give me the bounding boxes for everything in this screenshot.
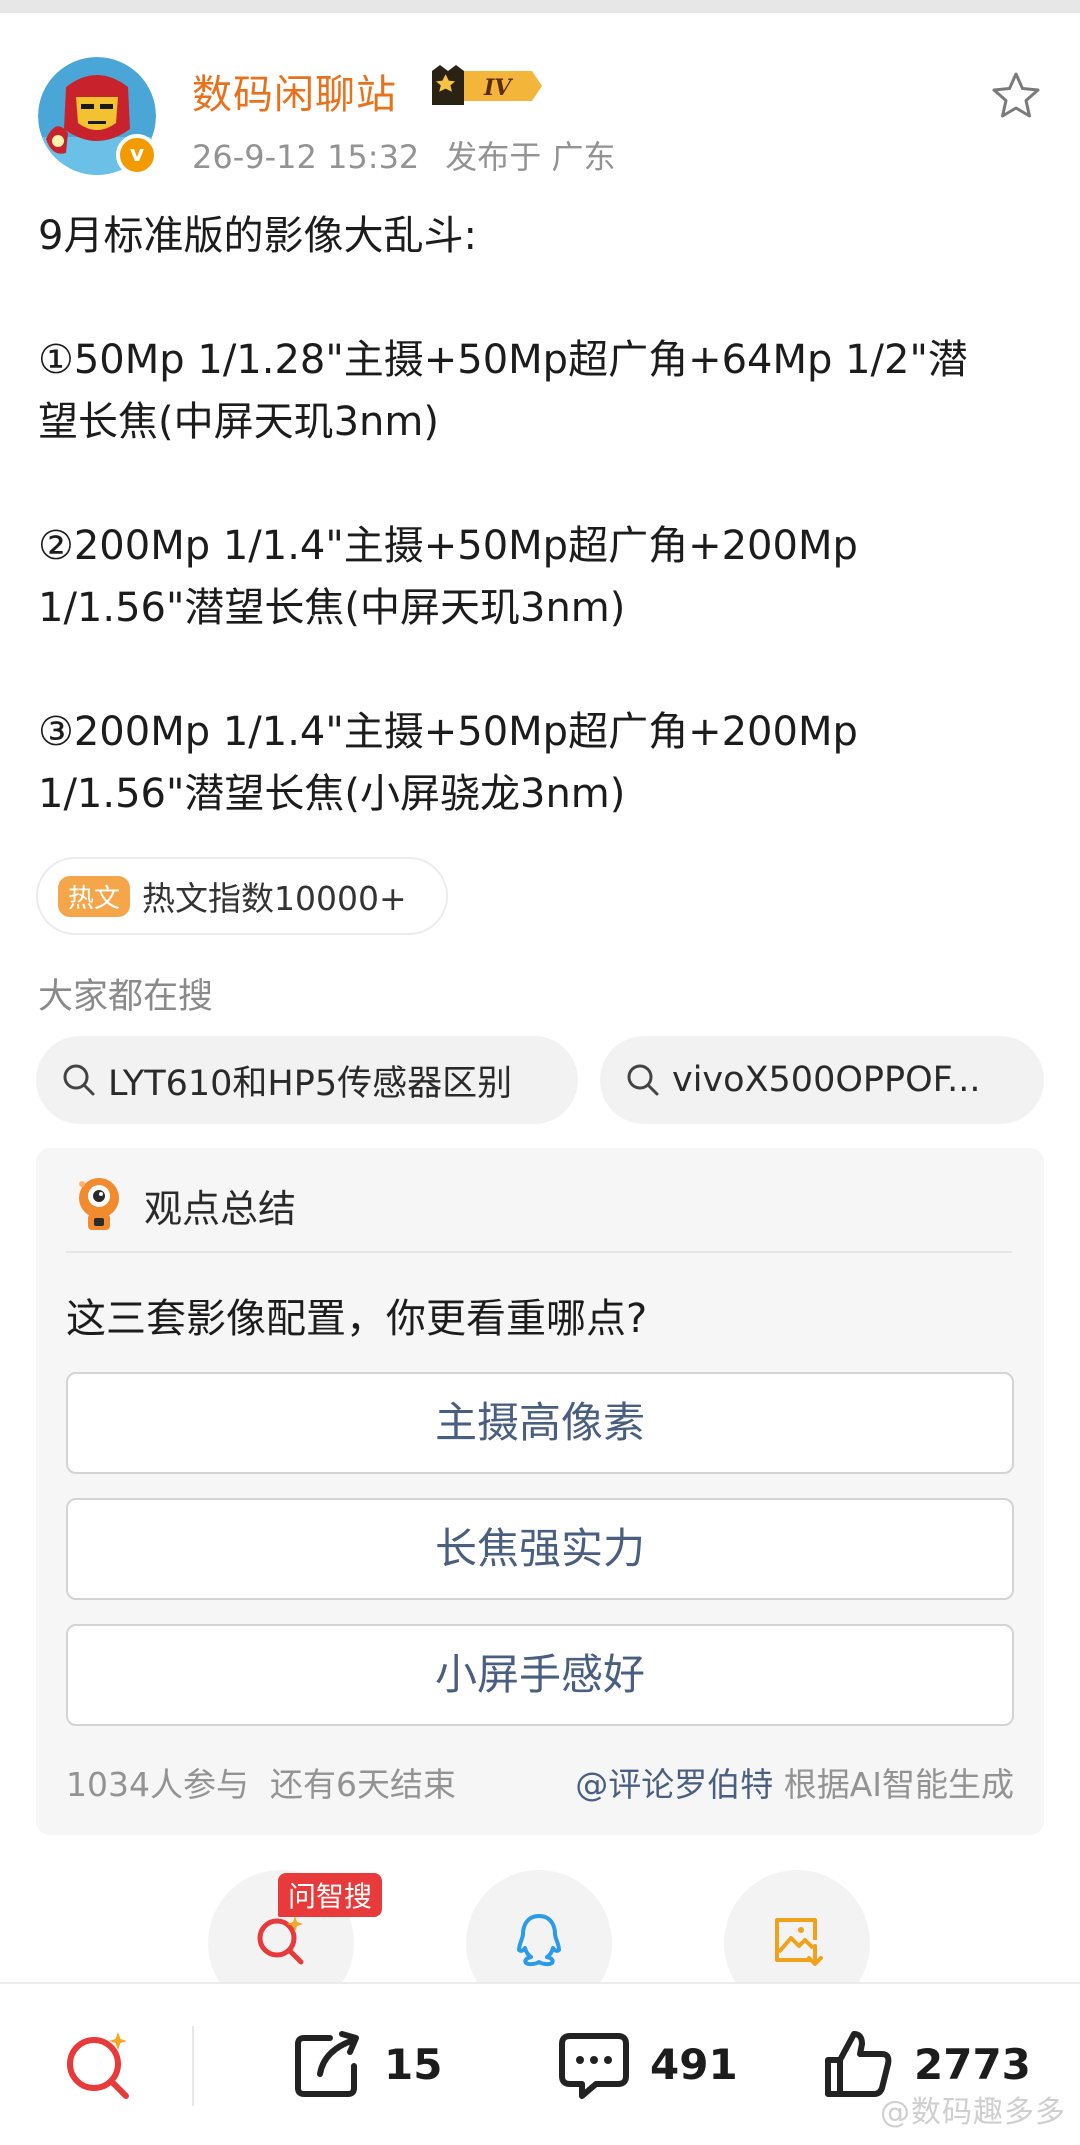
svg-text:IV: IV [483,75,513,101]
share-button[interactable]: 15 [290,2024,442,2104]
trending-search-heading: 大家都在搜 [38,977,214,1017]
image-download-icon [775,1918,823,1966]
hot-tag: 热文 [58,875,131,917]
post-location: 发布于 广东 [445,138,616,176]
poll-option[interactable]: 长焦强实力 [66,1498,1014,1600]
search-chip-label: LYT610和HP5传感器区别 [108,1063,513,1104]
poll-source: @评论罗伯特 根据AI智能生成 [575,1758,1014,1806]
hot-index-pill[interactable]: 热文 热文指数10000+ [36,857,448,935]
post-line-blank [38,267,1048,329]
verified-badge-icon: v [116,134,158,176]
poll-question: 这三套影像配置，你更看重哪点? [66,1296,648,1342]
poll-option[interactable]: 小屏手感好 [66,1624,1014,1726]
divider [192,2026,194,2106]
poll-remaining: 还有6天结束 [269,1765,456,1804]
search-chip[interactable]: LYT610和HP5传感器区别 [36,1036,578,1124]
post-content: 9月标准版的影像大乱斗: ①50Mp 1/1.28"主摄+50Mp超广角+64M… [38,205,1048,825]
like-count: 2773 [914,2039,1031,2089]
post-line: 9月标准版的影像大乱斗: [38,213,477,259]
post-line: 1/1.56"潜望长焦(小屏骁龙3nm) [38,771,626,817]
search-icon [63,1064,95,1096]
search-icon [627,1064,659,1096]
divider [66,1251,1012,1253]
opinion-summary-card: 观点总结 这三套影像配置，你更看重哪点? 主摄高像素 长焦强实力 小屏手感好 1… [36,1148,1044,1835]
bottom-ai-search-button[interactable] [60,2024,136,2104]
comment-icon [559,2033,629,2099]
post-meta: 26-9-12 15:32 发布于 广东 [192,132,615,178]
post-line: 望长焦(中屏天玑3nm) [38,399,439,445]
post-line-blank [38,639,1048,701]
level-badge-icon: IV [432,65,542,105]
post-line: 1/1.56"潜望长焦(中屏天玑3nm) [38,585,626,631]
hot-index-text: 热文指数10000+ [142,879,407,918]
ai-generated-note: 根据AI智能生成 [783,1765,1014,1804]
ai-search-icon [67,2032,129,2099]
qq-icon [517,1914,561,1967]
comment-button[interactable]: 491 [556,2024,738,2104]
robot-mascot-icon [79,1178,119,1230]
status-strip [0,0,1080,13]
ai-search-badge: 问智搜 [278,1873,383,1917]
post-line: ①50Mp 1/1.28"主摄+50Mp超广角+64Mp 1/2"潜 [38,337,968,383]
comment-count: 491 [650,2039,738,2089]
mention-link[interactable]: @评论罗伯特 [575,1765,773,1804]
share-icon [295,2031,359,2097]
poll-participants: 1034人参与 [66,1765,249,1804]
post-line-blank [38,453,1048,515]
poll-footer: 1034人参与 还有6天结束 @评论罗伯特 根据AI智能生成 [66,1758,1014,1806]
star-icon[interactable] [990,70,1042,122]
post-line: ③200Mp 1/1.4"主摄+50Mp超广角+200Mp [38,709,858,755]
watermark: @数码趣多多 [880,2095,1066,2130]
post-line: ②200Mp 1/1.4"主摄+50Mp超广角+200Mp [38,523,858,569]
search-chip[interactable]: vivoX500OPPOF... [600,1036,1044,1124]
summary-title: 观点总结 [144,1187,297,1231]
post-timestamp: 26-9-12 15:32 [192,138,420,176]
poll-option[interactable]: 主摄高像素 [66,1372,1014,1474]
search-chip-label: vivoX500OPPOF... [672,1060,981,1100]
author-name[interactable]: 数码闲聊站 [192,62,397,120]
share-count: 15 [384,2039,443,2089]
ai-search-icon [257,1916,304,1965]
